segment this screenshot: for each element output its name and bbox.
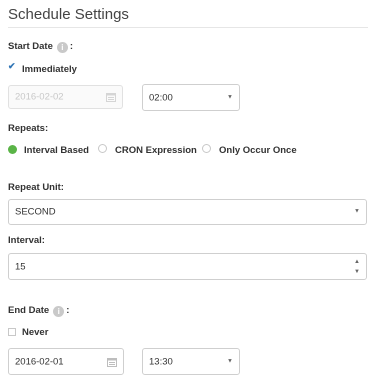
interval-input[interactable]: 15 ▲ ▼ (8, 253, 367, 280)
stepper-down-icon[interactable]: ▼ (354, 269, 360, 276)
immediately-label: Immediately (22, 64, 77, 75)
immediately-checkbox[interactable]: ✔ Immediately (8, 61, 128, 76)
checkmark-icon: ✔ (8, 61, 16, 71)
start-date-colon: : (69, 41, 74, 52)
start-date-field[interactable]: 2016-02-02 (8, 85, 123, 109)
interval-label: Interval: (8, 235, 45, 246)
end-date-field[interactable]: 2016-02-01 (8, 348, 124, 375)
info-icon[interactable]: i (56, 42, 68, 53)
start-time-value: 02:00 (149, 92, 173, 103)
radio-label: Only Occur Once (219, 145, 297, 156)
repeats-label: Repeats: (8, 123, 49, 134)
page-title: Schedule Settings (8, 6, 129, 23)
checkbox-icon (8, 328, 16, 336)
info-icon[interactable]: i (53, 306, 65, 317)
end-time-select[interactable]: 13:30 ▼ (142, 348, 240, 375)
start-date-value: 2016-02-02 (15, 91, 64, 103)
radio-label: Interval Based (24, 145, 89, 156)
end-date-label-row: End Date i: (8, 305, 69, 317)
interval-value: 15 (15, 261, 26, 272)
radio-unselected-icon (202, 144, 211, 153)
chevron-down-icon: ▼ (227, 93, 233, 100)
never-label: Never (22, 327, 49, 338)
calendar-icon (107, 357, 117, 367)
start-date-label-row: Start Date i: (8, 41, 73, 53)
radio-cron-expression[interactable]: CRON Expression (98, 144, 198, 157)
chevron-down-icon: ▼ (227, 357, 233, 364)
start-date-label: Start Date (8, 41, 53, 52)
never-checkbox[interactable]: Never (8, 327, 88, 339)
repeat-unit-select[interactable]: SECOND ▼ (8, 199, 367, 225)
start-time-select[interactable]: 02:00 ▼ (142, 84, 240, 111)
radio-selected-icon (8, 145, 17, 154)
radio-only-occur-once[interactable]: Only Occur Once (202, 144, 302, 157)
calendar-icon (106, 93, 116, 102)
end-date-colon: : (66, 305, 70, 316)
repeat-unit-label: Repeat Unit: (8, 182, 64, 193)
radio-label: CRON Expression (115, 145, 197, 156)
title-divider (8, 27, 368, 28)
radio-unselected-icon (98, 144, 107, 153)
repeat-unit-value: SECOND (15, 206, 56, 218)
radio-interval-based[interactable]: Interval Based (8, 145, 98, 157)
end-time-value: 13:30 (149, 356, 173, 367)
end-date-value: 2016-02-01 (15, 356, 64, 367)
chevron-down-icon: ▼ (354, 208, 360, 215)
end-date-label: End Date (8, 305, 50, 316)
stepper-up-icon[interactable]: ▲ (354, 259, 360, 266)
